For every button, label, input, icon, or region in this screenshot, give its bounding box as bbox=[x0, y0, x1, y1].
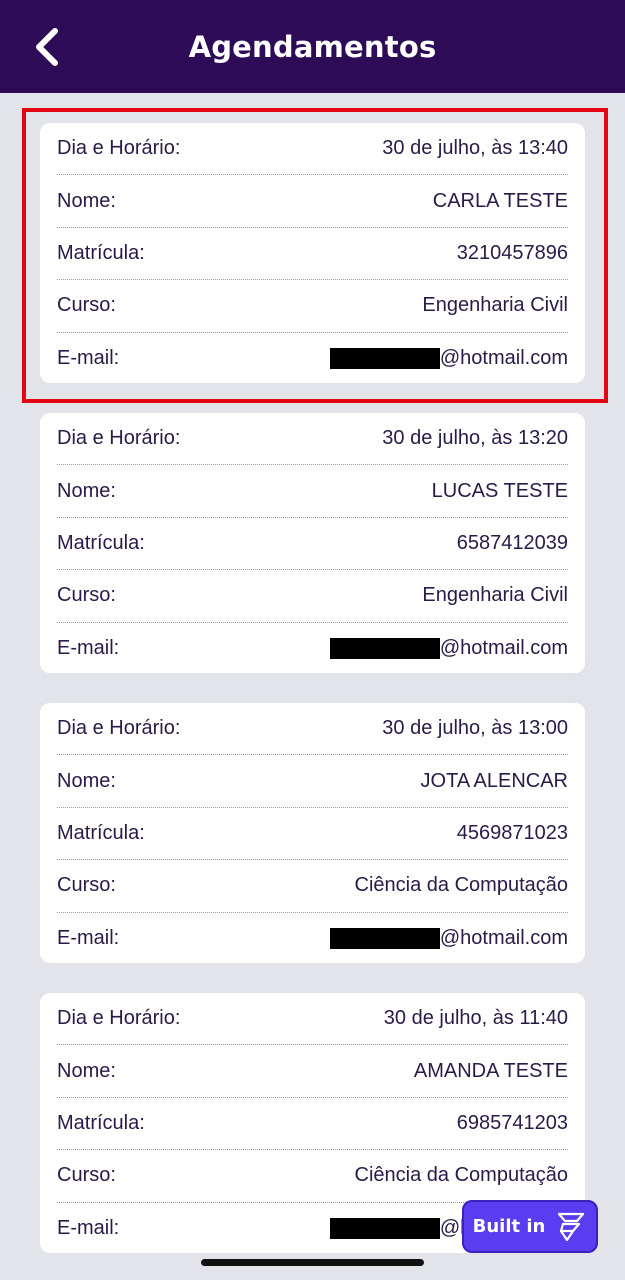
course-value: Engenharia Civil bbox=[422, 294, 568, 317]
name-row: Nome: AMANDA TESTE bbox=[57, 1045, 568, 1098]
redaction-box bbox=[329, 928, 440, 950]
course-label: Curso: bbox=[57, 874, 116, 897]
email-value-wrap: @hotmail.com bbox=[329, 927, 568, 950]
course-row: Curso: Ciência da Computação bbox=[57, 1150, 568, 1203]
name-label: Nome: bbox=[57, 769, 116, 792]
email-label: E-mail: bbox=[57, 347, 120, 370]
enrollment-label: Matrícula: bbox=[57, 241, 145, 264]
datetime-row: Dia e Horário: 30 de julho, às 13:00 bbox=[57, 703, 568, 756]
datetime-row: Dia e Horário: 30 de julho, às 13:40 bbox=[57, 123, 568, 176]
datetime-label: Dia e Horário: bbox=[57, 137, 181, 160]
name-row: Nome: CARLA TESTE bbox=[57, 175, 568, 228]
enrollment-row: Matrícula: 6587412039 bbox=[57, 518, 568, 571]
email-value: @hotmail.com bbox=[439, 347, 568, 370]
page-title: Agendamentos bbox=[188, 29, 437, 64]
datetime-label: Dia e Horário: bbox=[57, 717, 181, 740]
name-value: CARLA TESTE bbox=[432, 189, 568, 212]
email-value-wrap: @hotmail.com bbox=[329, 637, 568, 660]
appointment-card[interactable]: Dia e Horário: 30 de julho, às 13:40 Nom… bbox=[40, 123, 585, 383]
datetime-value: 30 de julho, às 13:20 bbox=[382, 427, 568, 450]
redaction-box bbox=[329, 1218, 440, 1240]
enrollment-row: Matrícula: 4569871023 bbox=[57, 808, 568, 861]
app-header: Agendamentos bbox=[0, 0, 625, 93]
name-label: Nome: bbox=[57, 189, 116, 212]
course-label: Curso: bbox=[57, 1164, 116, 1187]
built-in-badge[interactable]: Built in bbox=[462, 1200, 598, 1253]
course-label: Curso: bbox=[57, 294, 116, 317]
name-value: LUCAS TESTE bbox=[431, 479, 568, 502]
name-row: Nome: LUCAS TESTE bbox=[57, 465, 568, 518]
name-value: AMANDA TESTE bbox=[413, 1059, 568, 1082]
email-value: @hotmail.com bbox=[439, 927, 568, 950]
enrollment-row: Matrícula: 6985741203 bbox=[57, 1098, 568, 1151]
name-row: Nome: JOTA ALENCAR bbox=[57, 755, 568, 808]
built-in-label: Built in bbox=[472, 1216, 546, 1237]
enrollment-label: Matrícula: bbox=[57, 821, 145, 844]
appointment-card[interactable]: Dia e Horário: 30 de julho, às 13:00 Nom… bbox=[40, 703, 585, 963]
enrollment-value: 4569871023 bbox=[456, 821, 568, 844]
enrollment-label: Matrícula: bbox=[57, 1111, 145, 1134]
datetime-value: 30 de julho, às 11:40 bbox=[383, 1007, 568, 1030]
email-row: E-mail: @hotmail.com bbox=[57, 623, 568, 675]
home-indicator bbox=[201, 1259, 424, 1266]
name-value: JOTA ALENCAR bbox=[420, 769, 568, 792]
enrollment-value: 6587412039 bbox=[456, 531, 568, 554]
enrollment-label: Matrícula: bbox=[57, 531, 145, 554]
course-value: Ciência da Computação bbox=[354, 874, 568, 897]
enrollment-value: 3210457896 bbox=[456, 241, 568, 264]
course-row: Curso: Engenharia Civil bbox=[57, 570, 568, 623]
email-row: E-mail: @hotmail.com bbox=[57, 333, 568, 385]
email-value-wrap: @hotmail.com bbox=[329, 347, 568, 370]
course-row: Curso: Engenharia Civil bbox=[57, 280, 568, 333]
redaction-box bbox=[329, 638, 440, 660]
name-label: Nome: bbox=[57, 479, 116, 502]
chevron-left-icon bbox=[36, 28, 58, 66]
course-value: Engenharia Civil bbox=[422, 584, 568, 607]
email-row: E-mail: @hotmail.com bbox=[57, 913, 568, 965]
datetime-label: Dia e Horário: bbox=[57, 1007, 181, 1030]
enrollment-row: Matrícula: 3210457896 bbox=[57, 228, 568, 281]
course-value: Ciência da Computação bbox=[354, 1164, 568, 1187]
name-label: Nome: bbox=[57, 1059, 116, 1082]
datetime-label: Dia e Horário: bbox=[57, 427, 181, 450]
email-label: E-mail: bbox=[57, 1217, 120, 1240]
course-label: Curso: bbox=[57, 584, 116, 607]
back-button[interactable] bbox=[30, 25, 64, 69]
flutterflow-logo-icon bbox=[558, 1212, 585, 1241]
enrollment-value: 6985741203 bbox=[456, 1111, 568, 1134]
appointment-card[interactable]: Dia e Horário: 30 de julho, às 13:20 Nom… bbox=[40, 413, 585, 673]
datetime-row: Dia e Horário: 30 de julho, às 13:20 bbox=[57, 413, 568, 466]
email-label: E-mail: bbox=[57, 927, 120, 950]
course-row: Curso: Ciência da Computação bbox=[57, 860, 568, 913]
datetime-row: Dia e Horário: 30 de julho, às 11:40 bbox=[57, 993, 568, 1046]
redaction-box bbox=[329, 348, 440, 370]
datetime-value: 30 de julho, às 13:00 bbox=[382, 717, 568, 740]
email-value: @hotmail.com bbox=[439, 637, 568, 660]
datetime-value: 30 de julho, às 13:40 bbox=[382, 137, 568, 160]
appointments-list: Dia e Horário: 30 de julho, às 13:40 Nom… bbox=[40, 123, 585, 1280]
email-label: E-mail: bbox=[57, 637, 120, 660]
